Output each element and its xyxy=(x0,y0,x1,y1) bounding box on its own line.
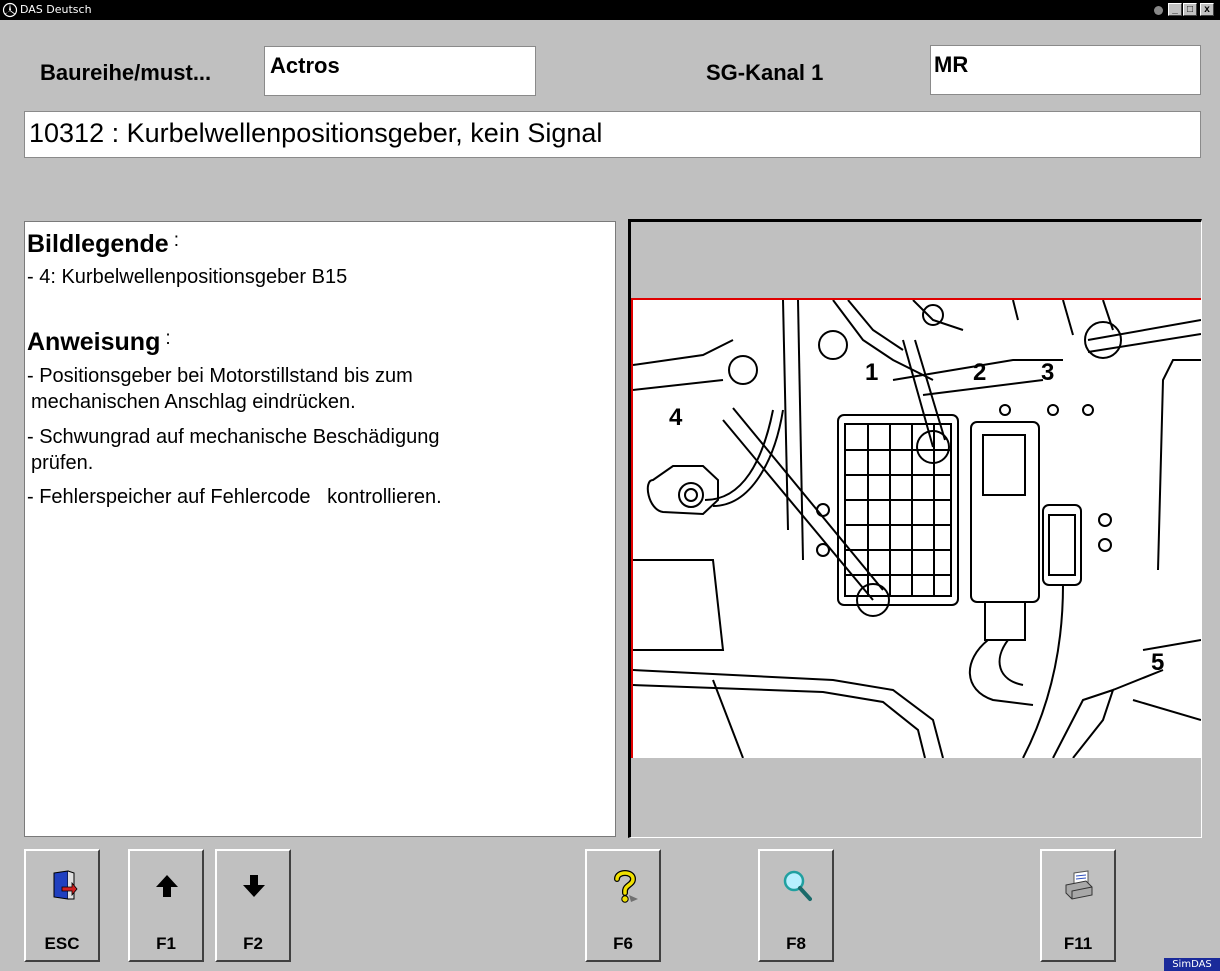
callout-4: 4 xyxy=(669,404,683,431)
mercedes-star-icon xyxy=(2,2,18,18)
instruction-panel: Bildlegende: - 4: Kurbelwellenpositionsg… xyxy=(24,221,616,837)
close-button[interactable]: x xyxy=(1200,3,1214,16)
magnifier-icon xyxy=(783,870,812,901)
status-dot-icon xyxy=(1154,6,1163,15)
f1-key-label: F1 xyxy=(156,934,176,953)
help-question-icon xyxy=(614,870,638,903)
exit-door-icon xyxy=(53,870,78,900)
legend-heading: Bildlegende: xyxy=(27,230,179,258)
f2-button[interactable]: F2 xyxy=(215,849,291,962)
series-label: Baureihe/must... xyxy=(40,60,212,85)
instruction-line: prüfen. xyxy=(31,452,94,474)
instruction-line: - Positionsgeber bei Motorstillstand bis… xyxy=(27,365,413,387)
printer-icon xyxy=(1065,870,1093,900)
f8-button[interactable]: F8 xyxy=(758,849,834,962)
callout-3: 3 xyxy=(1041,359,1054,386)
f6-key-label: F6 xyxy=(613,934,633,953)
instruction-line: - Schwungrad auf mechanische Beschädigun… xyxy=(27,426,440,448)
arrow-down-icon xyxy=(243,875,265,897)
f1-button[interactable]: F1 xyxy=(128,849,204,962)
f6-button[interactable]: F6 xyxy=(585,849,661,962)
f2-key-label: F2 xyxy=(243,934,263,953)
f8-key-label: F8 xyxy=(786,934,806,953)
callout-1: 1 xyxy=(865,359,878,386)
window-title-bar[interactable]: DAS Deutsch _ □ x xyxy=(0,0,1220,20)
maximize-button[interactable]: □ xyxy=(1183,3,1197,16)
simdas-badge: SimDAS xyxy=(1164,958,1220,971)
arrow-up-icon xyxy=(156,875,178,897)
f11-key-label: F11 xyxy=(1063,934,1093,953)
instruction-line: - Fehlerspeicher auf Fehlercode kontroll… xyxy=(27,486,442,508)
channel-field[interactable]: MR xyxy=(930,45,1201,95)
callout-2: 2 xyxy=(973,359,986,386)
fault-description: 10312 : Kurbelwellenpositionsgeber, kein… xyxy=(24,111,1201,158)
esc-button[interactable]: ESC xyxy=(24,849,100,962)
f11-button[interactable]: F11 xyxy=(1040,849,1116,962)
callout-5: 5 xyxy=(1151,649,1164,676)
instruction-line: mechanischen Anschlag eindrücken. xyxy=(31,391,356,413)
esc-key-label: ESC xyxy=(44,934,80,953)
instructions-heading: Anweisung: xyxy=(27,328,171,356)
series-field[interactable]: Actros xyxy=(264,46,536,96)
minimize-button[interactable]: _ xyxy=(1168,3,1182,16)
window-title: DAS Deutsch xyxy=(20,3,92,16)
legend-item: - 4: Kurbelwellenpositionsgeber B15 xyxy=(27,266,348,288)
engine-line-drawing: 1 2 3 4 5 xyxy=(633,300,1201,758)
engine-diagram: 1 2 3 4 5 xyxy=(631,298,1201,758)
channel-label: SG-Kanal 1 xyxy=(706,60,824,85)
